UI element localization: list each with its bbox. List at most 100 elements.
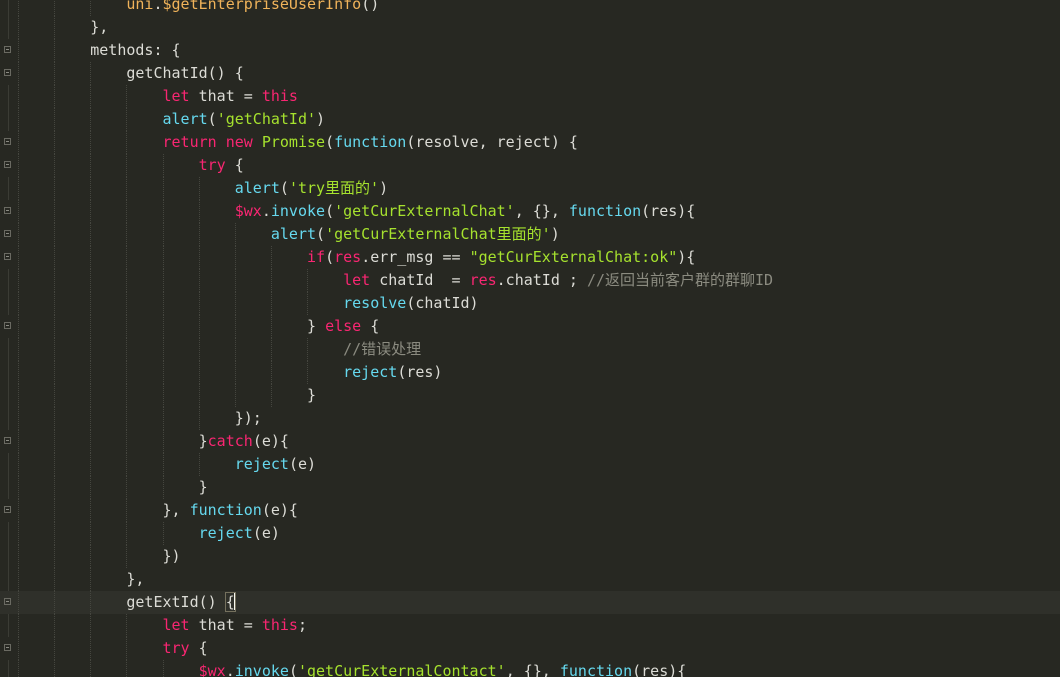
code-line[interactable]: $wx.invoke('getCurExternalContact', {}, … xyxy=(0,660,1060,677)
indent-guide xyxy=(54,453,90,476)
indent-guide xyxy=(18,246,54,269)
indent-guide xyxy=(198,292,235,315)
fold-toggle-icon[interactable] xyxy=(4,69,11,76)
code-line[interactable]: alert('getChatId') xyxy=(0,108,1060,131)
fold-range-line xyxy=(8,361,9,384)
indent-guide xyxy=(90,384,126,407)
indent-guide xyxy=(90,568,126,591)
code-line-text: }) xyxy=(18,545,181,568)
code-line[interactable]: } xyxy=(0,384,1060,407)
indent-guide xyxy=(90,62,126,85)
code-token: function xyxy=(559,662,633,677)
indent-guide xyxy=(90,338,126,361)
code-line[interactable]: alert('try里面的') xyxy=(0,177,1060,200)
code-line-text: getExtId() { xyxy=(18,591,236,614)
code-token: ) xyxy=(316,110,326,128)
indent-guide xyxy=(162,200,199,223)
code-line-text: }, xyxy=(18,568,144,591)
indent-guide xyxy=(18,39,54,62)
code-line[interactable]: getChatId() { xyxy=(0,62,1060,85)
code-token: } xyxy=(307,317,326,335)
code-token: alert xyxy=(162,110,208,128)
fold-range-line xyxy=(8,269,9,292)
code-token: ( xyxy=(325,202,335,220)
code-line[interactable]: if(res.err_msg == "getCurExternalChat:ok… xyxy=(0,246,1060,269)
indent-guide xyxy=(54,246,90,269)
code-line[interactable]: try { xyxy=(0,154,1060,177)
indent-guide xyxy=(162,177,199,200)
indent-guide xyxy=(18,522,54,545)
indent-guide xyxy=(162,338,199,361)
indent-guide xyxy=(198,269,235,292)
code-line[interactable]: alert('getCurExternalChat里面的') xyxy=(0,223,1060,246)
code-line[interactable]: }catch(e){ xyxy=(0,430,1060,453)
fold-toggle-icon[interactable] xyxy=(4,437,11,444)
indent-guide xyxy=(90,200,126,223)
fold-toggle-icon[interactable] xyxy=(4,230,11,237)
code-line[interactable]: getExtId() { xyxy=(0,591,1060,614)
indent-guide xyxy=(126,315,162,338)
code-line[interactable]: uni.$getEnterpriseUserInfo() xyxy=(0,0,1060,16)
code-line[interactable]: $wx.invoke('getCurExternalChat', {}, fun… xyxy=(0,200,1060,223)
indent-guide xyxy=(90,591,126,614)
code-editor[interactable]: uni.$getEnterpriseUserInfo() }, methods:… xyxy=(0,0,1060,677)
code-line[interactable]: methods: { xyxy=(0,39,1060,62)
code-line[interactable]: }, xyxy=(0,16,1060,39)
code-line[interactable]: }) xyxy=(0,545,1060,568)
indent-guide xyxy=(18,62,54,85)
code-line[interactable]: //错误处理 xyxy=(0,338,1060,361)
code-line-text: methods: { xyxy=(18,39,181,62)
code-line[interactable]: return new Promise(function(resolve, rej… xyxy=(0,131,1060,154)
code-line[interactable]: let chatId = res.chatId ; //返回当前客户群的群聊ID xyxy=(0,269,1060,292)
indent-guide xyxy=(18,292,54,315)
fold-range-line xyxy=(8,0,9,16)
fold-toggle-icon[interactable] xyxy=(4,598,11,605)
code-line[interactable]: reject(e) xyxy=(0,522,1060,545)
code-line[interactable]: let that = this xyxy=(0,85,1060,108)
code-line-text: if(res.err_msg == "getCurExternalChat:ok… xyxy=(18,246,695,269)
fold-toggle-icon[interactable] xyxy=(4,253,11,260)
code-line[interactable]: } else { xyxy=(0,315,1060,338)
indent-guide xyxy=(90,85,126,108)
code-line[interactable]: } xyxy=(0,476,1060,499)
indent-guide xyxy=(54,499,90,522)
code-token: ( xyxy=(316,225,326,243)
code-token: try xyxy=(198,156,226,174)
fold-toggle-icon[interactable] xyxy=(4,138,11,145)
code-token: $wx xyxy=(234,202,262,220)
code-line-text: $wx.invoke('getCurExternalChat', {}, fun… xyxy=(18,200,695,223)
code-line[interactable]: }, function(e){ xyxy=(0,499,1060,522)
fold-toggle-icon[interactable] xyxy=(4,322,11,329)
code-area[interactable]: uni.$getEnterpriseUserInfo() }, methods:… xyxy=(0,0,1060,677)
fold-toggle-icon[interactable] xyxy=(4,207,11,214)
indent-guide xyxy=(126,476,162,499)
indent-guide xyxy=(18,361,54,384)
code-line[interactable]: reject(e) xyxy=(0,453,1060,476)
indent-guide xyxy=(162,384,199,407)
indent-guide xyxy=(18,591,54,614)
code-line[interactable]: try { xyxy=(0,637,1060,660)
indent-guide xyxy=(162,246,199,269)
fold-toggle-icon[interactable] xyxy=(4,506,11,513)
indent-guide xyxy=(54,361,90,384)
indent-guide xyxy=(126,85,162,108)
fold-toggle-icon[interactable] xyxy=(4,161,11,168)
code-line[interactable]: }, xyxy=(0,568,1060,591)
code-line[interactable]: let that = this; xyxy=(0,614,1060,637)
code-line[interactable]: resolve(chatId) xyxy=(0,292,1060,315)
indent-guide xyxy=(18,384,54,407)
code-line[interactable]: }); xyxy=(0,407,1060,430)
fold-toggle-icon[interactable] xyxy=(4,644,11,651)
code-line[interactable]: reject(res) xyxy=(0,361,1060,384)
indent-guide xyxy=(18,315,54,338)
indent-guide xyxy=(198,200,235,223)
code-token: }, xyxy=(90,18,109,36)
indent-guide xyxy=(307,361,343,384)
indent-guide xyxy=(162,223,199,246)
indent-guide xyxy=(126,200,162,223)
indent-guide xyxy=(18,660,54,677)
indent-guide xyxy=(54,614,90,637)
code-line-text: let that = this xyxy=(18,85,298,108)
indent-guide xyxy=(90,476,126,499)
fold-toggle-icon[interactable] xyxy=(4,46,11,53)
